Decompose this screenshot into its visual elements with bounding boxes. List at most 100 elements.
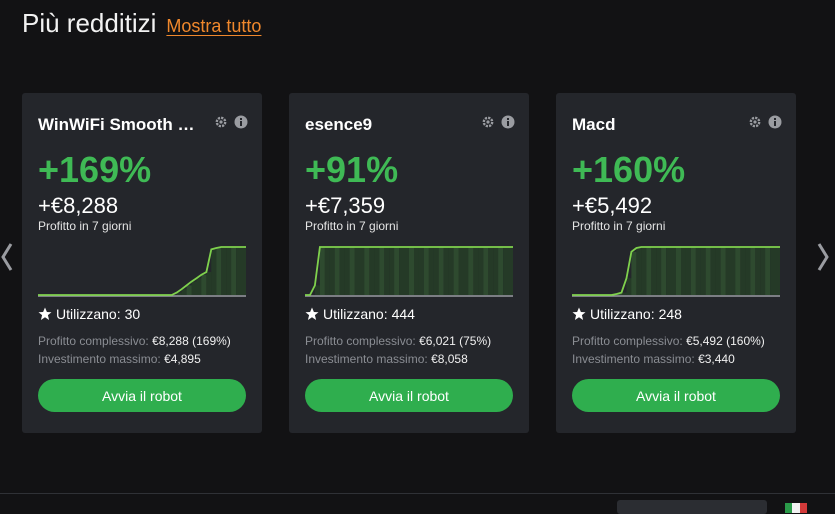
- total-profit-label: Profitto complessivo:: [572, 334, 683, 348]
- chart-bar: [389, 247, 395, 295]
- chart-bar: [448, 247, 454, 295]
- total-profit: Profitto complessivo: €6,021 (75%): [305, 334, 491, 348]
- chevron-right-icon[interactable]: [816, 240, 830, 274]
- users-label: Utilizzano:: [323, 306, 388, 322]
- users-count: 444: [391, 306, 415, 322]
- chart-bar: [725, 247, 731, 295]
- chart-bar: [334, 247, 340, 295]
- chart-bar: [236, 247, 242, 295]
- chart-bar: [241, 247, 246, 295]
- total-profit-value: €8,288 (169%): [152, 334, 231, 348]
- chart-bar: [478, 247, 484, 295]
- start-robot-button[interactable]: Avvia il robot: [572, 379, 780, 412]
- chart-bar: [641, 247, 647, 295]
- chart-bar: [745, 247, 751, 295]
- star-icon: [572, 307, 586, 321]
- italy-flag-icon[interactable]: [785, 503, 807, 513]
- chart-bar: [409, 247, 414, 295]
- profit-percent: +91%: [305, 149, 399, 190]
- chart-bar: [374, 247, 380, 295]
- max-investment-value: €4,895: [164, 352, 201, 366]
- chevron-left-icon[interactable]: [0, 240, 14, 274]
- profit-chart: [305, 246, 513, 297]
- start-robot-button[interactable]: Avvia il robot: [38, 379, 246, 412]
- robot-card: esence9 +91% +€7,359 Profitto in 7 giorn…: [289, 93, 529, 433]
- total-profit-label: Profitto complessivo:: [38, 334, 149, 348]
- max-investment-value: €8,058: [431, 352, 468, 366]
- users-count: 30: [124, 306, 141, 322]
- chart-bar: [384, 247, 390, 295]
- chart-bar: [463, 247, 469, 295]
- chart-bar: [498, 247, 504, 295]
- total-profit-value: €6,021 (75%): [419, 334, 492, 348]
- robot-name: esence9: [305, 115, 373, 134]
- chart-bar: [458, 247, 464, 295]
- chart-bar: [394, 247, 400, 295]
- chart-bar: [329, 247, 335, 295]
- chart-bar: [226, 247, 232, 295]
- chart-bar: [314, 285, 320, 295]
- profit-amount: +€8,288: [38, 193, 119, 218]
- users-row: Utilizzano: 444: [305, 306, 415, 322]
- profit-chart: [572, 246, 780, 297]
- chart-bar: [339, 247, 345, 295]
- users-row: Utilizzano: 248: [572, 306, 682, 322]
- chart-bar: [191, 281, 197, 295]
- info-icon[interactable]: [501, 115, 515, 129]
- total-profit: Profitto complessivo: €8,288 (169%): [38, 334, 231, 348]
- star-icon: [305, 307, 319, 321]
- users-label: Utilizzano:: [56, 306, 121, 322]
- chart-bar: [755, 247, 761, 295]
- max-investment-label: Investimento massimo:: [305, 352, 428, 366]
- total-profit-label: Profitto complessivo:: [305, 334, 416, 348]
- chart-bar: [488, 247, 494, 295]
- max-investment-label: Investimento massimo:: [38, 352, 161, 366]
- gear-icon[interactable]: [481, 115, 495, 129]
- footer-divider: [0, 493, 835, 494]
- users-count: 248: [658, 306, 682, 322]
- total-profit-value: €5,492 (160%): [686, 334, 765, 348]
- chart-bar: [399, 247, 405, 295]
- chart-bar: [661, 247, 667, 295]
- max-investment-label: Investimento massimo:: [572, 352, 695, 366]
- profit-amount: +€5,492: [572, 193, 653, 218]
- gear-icon[interactable]: [214, 115, 228, 129]
- chart-bar: [493, 247, 499, 295]
- section-title: Più redditizi: [22, 8, 157, 38]
- robot-name: Macd: [572, 115, 616, 134]
- chart-bar: [404, 247, 409, 295]
- chart-bar: [349, 247, 355, 295]
- show-all-link[interactable]: Mostra tutto: [166, 16, 261, 37]
- chart-bar: [379, 247, 385, 295]
- chart-bar: [359, 247, 365, 295]
- gear-icon[interactable]: [748, 115, 762, 129]
- chart-bar: [453, 247, 459, 295]
- chart-bar: [196, 278, 202, 295]
- chart-bar: [433, 247, 439, 295]
- chart-bar: [735, 247, 741, 295]
- chart-bar: [231, 247, 237, 295]
- profit-percent: +160%: [572, 149, 686, 190]
- chart-bar: [626, 278, 632, 295]
- footer-button[interactable]: [617, 500, 767, 514]
- info-icon[interactable]: [234, 115, 248, 129]
- start-robot-button[interactable]: Avvia il robot: [305, 379, 513, 412]
- info-icon[interactable]: [768, 115, 782, 129]
- chart-bar: [656, 247, 662, 295]
- chart-bar: [710, 247, 716, 295]
- section-header: Più redditizi Mostra tutto: [22, 8, 261, 39]
- max-investment: Investimento massimo: €4,895: [38, 352, 201, 366]
- chart-bar: [685, 247, 691, 295]
- robot-card: WinWiFi Smooth C... +169% +€8,288 Profit…: [22, 93, 262, 433]
- chart-bar: [775, 247, 780, 295]
- chart-bar: [414, 247, 419, 295]
- chart-bar: [508, 247, 513, 295]
- chart-bar: [705, 247, 711, 295]
- chart-bar: [211, 249, 217, 295]
- star-icon: [38, 307, 52, 321]
- chart-bar: [631, 251, 637, 295]
- chart-bar: [319, 247, 325, 295]
- chart-bar: [720, 247, 726, 295]
- total-profit: Profitto complessivo: €5,492 (160%): [572, 334, 765, 348]
- chart-bar: [666, 247, 672, 295]
